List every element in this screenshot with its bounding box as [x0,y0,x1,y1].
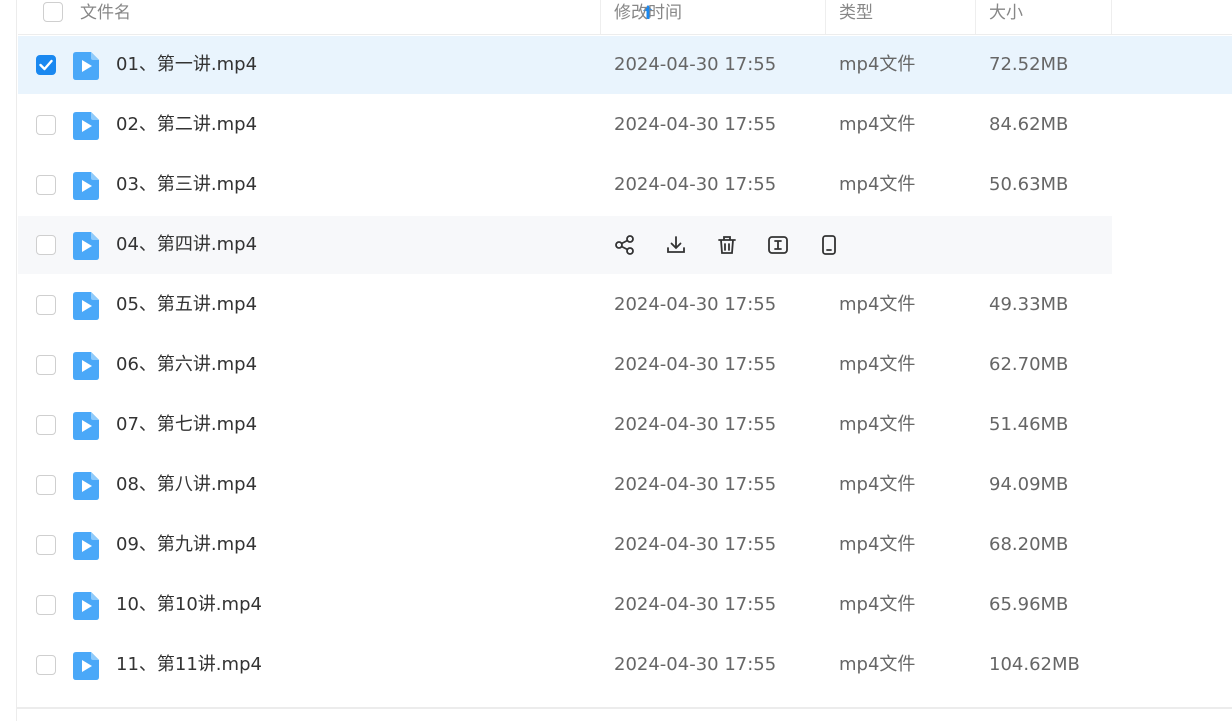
column-header-type[interactable]: 类型 [839,0,976,34]
video-file-icon [73,592,99,620]
file-type: mp4文件 [839,114,916,135]
file-type: mp4文件 [839,354,916,375]
file-modified-time: 2024-04-30 17:55 [614,174,777,195]
row-checkbox[interactable] [36,115,56,135]
file-modified-time: 2024-04-30 17:55 [614,54,777,75]
file-row[interactable]: 10、第10讲.mp4 2024-04-30 17:55 mp4文件 65.96MB [18,576,1112,634]
video-file-icon [73,472,99,500]
file-row[interactable]: 03、第三讲.mp4 2024-04-30 17:55 mp4文件 50.63MB [18,156,1112,214]
column-header-time-label: 修改时间 [614,3,682,23]
file-row[interactable]: 09、第九讲.mp4 2024-04-30 17:55 mp4文件 68.20MB [18,516,1112,574]
file-type: mp4文件 [839,174,916,195]
column-header-size-label: 大小 [989,3,1023,23]
file-name[interactable]: 02、第二讲.mp4 [116,96,257,154]
file-size: 72.52MB [989,54,1069,75]
file-row[interactable]: 06、第六讲.mp4 2024-04-30 17:55 mp4文件 62.70MB [18,336,1112,394]
file-modified-time: 2024-04-30 17:55 [614,354,777,375]
video-file-icon [73,532,99,560]
share-icon[interactable] [614,234,636,256]
row-checkbox[interactable] [36,415,56,435]
file-name[interactable]: 08、第八讲.mp4 [116,456,257,514]
file-modified-time: 2024-04-30 17:55 [614,414,777,435]
row-checkbox[interactable] [36,475,56,495]
file-row[interactable]: 08、第八讲.mp4 2024-04-30 17:55 mp4文件 94.09MB [18,456,1112,514]
row-checkbox[interactable] [36,175,56,195]
column-header-name[interactable]: 文件名 [80,0,653,34]
delete-icon[interactable] [716,234,738,256]
file-modified-time: 2024-04-30 17:55 [614,594,777,615]
file-type: mp4文件 [839,654,916,675]
column-header-time[interactable]: 修改时间 [614,0,826,34]
checkmark-icon [39,59,53,71]
row-checkbox[interactable] [36,355,56,375]
file-type: mp4文件 [839,414,916,435]
row-checkbox[interactable] [36,235,56,255]
file-list-header: 文件名 修改时间 类型 大小 [18,0,1232,35]
file-name[interactable]: 05、第五讲.mp4 [116,276,257,334]
column-header-type-label: 类型 [839,3,873,23]
video-file-icon [73,352,99,380]
row-checkbox[interactable] [36,535,56,555]
file-modified-time: 2024-04-30 17:55 [614,294,777,315]
video-file-icon [73,172,99,200]
video-file-icon [73,52,99,80]
file-row[interactable]: 07、第七讲.mp4 2024-04-30 17:55 mp4文件 51.46MB [18,396,1112,454]
file-name[interactable]: 10、第10讲.mp4 [116,576,262,634]
column-header-name-label: 文件名 [80,3,131,23]
file-size: 51.46MB [989,414,1069,435]
file-row[interactable]: 01、第一讲.mp4 2024-04-30 17:55 mp4文件 72.52MB [18,36,1232,94]
file-size: 65.96MB [989,594,1069,615]
file-row[interactable]: 04、第四讲.mp4 [18,216,1112,274]
file-modified-time: 2024-04-30 17:55 [614,474,777,495]
file-type: mp4文件 [839,474,916,495]
file-name[interactable]: 01、第一讲.mp4 [116,36,257,94]
file-size: 84.62MB [989,114,1069,135]
rename-icon[interactable] [767,234,789,256]
file-type: mp4文件 [839,54,916,75]
file-name[interactable]: 09、第九讲.mp4 [116,516,257,574]
file-modified-time: 2024-04-30 17:55 [614,114,777,135]
file-type: mp4文件 [839,594,916,615]
file-size: 49.33MB [989,294,1069,315]
download-icon[interactable] [665,234,687,256]
file-row[interactable]: 05、第五讲.mp4 2024-04-30 17:55 mp4文件 49.33MB [18,276,1112,334]
row-checkbox[interactable] [36,595,56,615]
list-left-border [16,0,17,721]
column-header-size[interactable]: 大小 [989,0,1112,34]
send-to-phone-icon[interactable] [818,234,840,256]
video-file-icon [73,412,99,440]
file-modified-time: 2024-04-30 17:55 [614,534,777,555]
select-all-checkbox[interactable] [43,2,63,22]
file-row[interactable]: 02、第二讲.mp4 2024-04-30 17:55 mp4文件 84.62MB [18,96,1112,154]
file-name[interactable]: 03、第三讲.mp4 [116,156,257,214]
file-row[interactable]: 11、第11讲.mp4 2024-04-30 17:55 mp4文件 104.62MB [18,636,1112,694]
file-name[interactable]: 07、第七讲.mp4 [116,396,257,454]
file-name[interactable]: 06、第六讲.mp4 [116,336,257,394]
file-type: mp4文件 [839,294,916,315]
video-file-icon [73,292,99,320]
file-size: 50.63MB [989,174,1069,195]
file-size: 104.62MB [989,654,1080,675]
row-checkbox[interactable] [36,655,56,675]
file-type: mp4文件 [839,534,916,555]
file-modified-time: 2024-04-30 17:55 [614,654,777,675]
video-file-icon [73,232,99,260]
video-file-icon [73,112,99,140]
file-size: 68.20MB [989,534,1069,555]
row-checkbox[interactable] [36,295,56,315]
file-name[interactable]: 11、第11讲.mp4 [116,636,262,694]
file-size: 94.09MB [989,474,1069,495]
row-checkbox[interactable] [36,55,56,75]
file-name[interactable]: 04、第四讲.mp4 [116,216,257,274]
list-bottom-border [17,707,1232,709]
video-file-icon [73,652,99,680]
file-size: 62.70MB [989,354,1069,375]
